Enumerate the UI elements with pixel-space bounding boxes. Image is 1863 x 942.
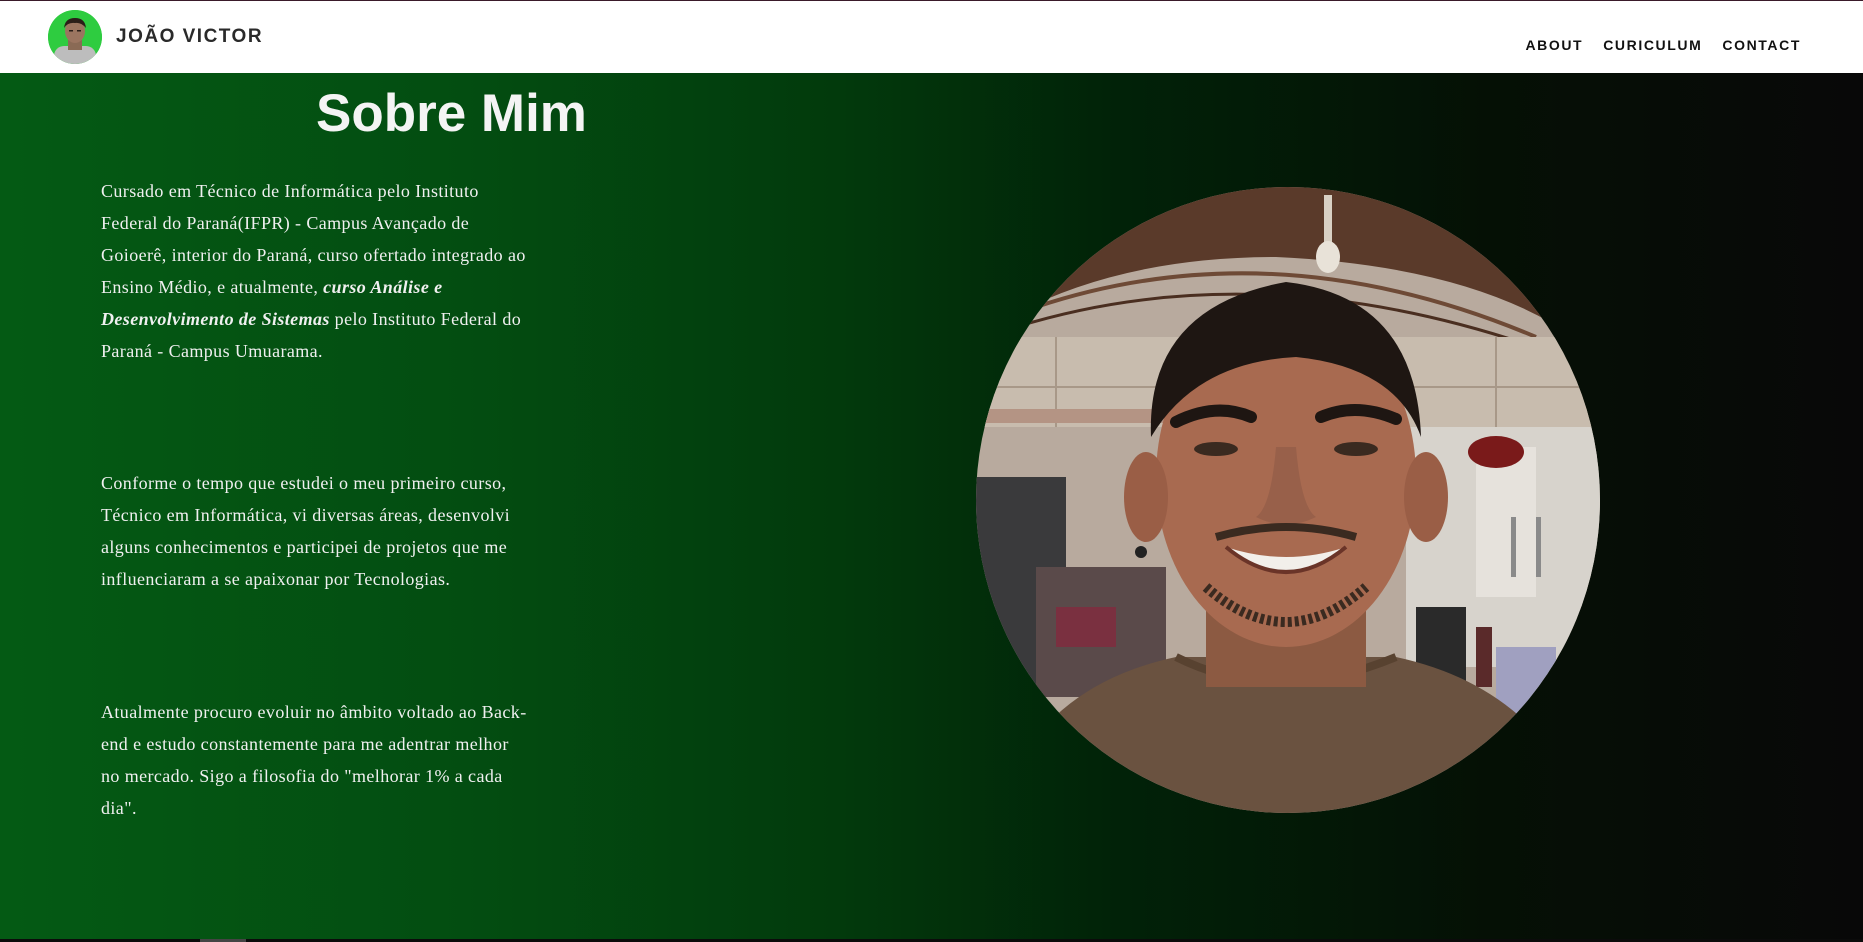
page: JOÃO VICTOR ABOUT CURICULUM CONTACT Sobr…: [0, 0, 1863, 942]
profile-photo: [976, 187, 1600, 813]
paragraph-1-text: Cursado em Técnico de Informática pelo I…: [101, 181, 526, 297]
main-nav: ABOUT CURICULUM CONTACT: [1505, 37, 1801, 53]
site-header: JOÃO VICTOR ABOUT CURICULUM CONTACT: [0, 1, 1863, 73]
about-paragraph-3: Atualmente procuro evoluir no âmbito vol…: [101, 702, 527, 818]
nav-about[interactable]: ABOUT: [1525, 37, 1583, 53]
avatar: [48, 10, 102, 64]
section-title: Sobre Mim: [316, 84, 587, 143]
brand-name: JOÃO VICTOR: [116, 26, 264, 47]
nav-curiculum[interactable]: CURICULUM: [1603, 37, 1702, 53]
about-section: Sobre Mim Cursado em Técnico de Informát…: [0, 73, 1863, 942]
nav-contact[interactable]: CONTACT: [1722, 37, 1801, 53]
about-paragraph-2: Conforme o tempo que estudei o meu prime…: [101, 473, 511, 589]
profile-photo-image: [976, 187, 1600, 813]
avatar-image: [48, 10, 102, 64]
about-paragraph-1: Cursado em Técnico de Informática pelo I…: [101, 175, 531, 367]
brand[interactable]: JOÃO VICTOR: [48, 10, 263, 64]
